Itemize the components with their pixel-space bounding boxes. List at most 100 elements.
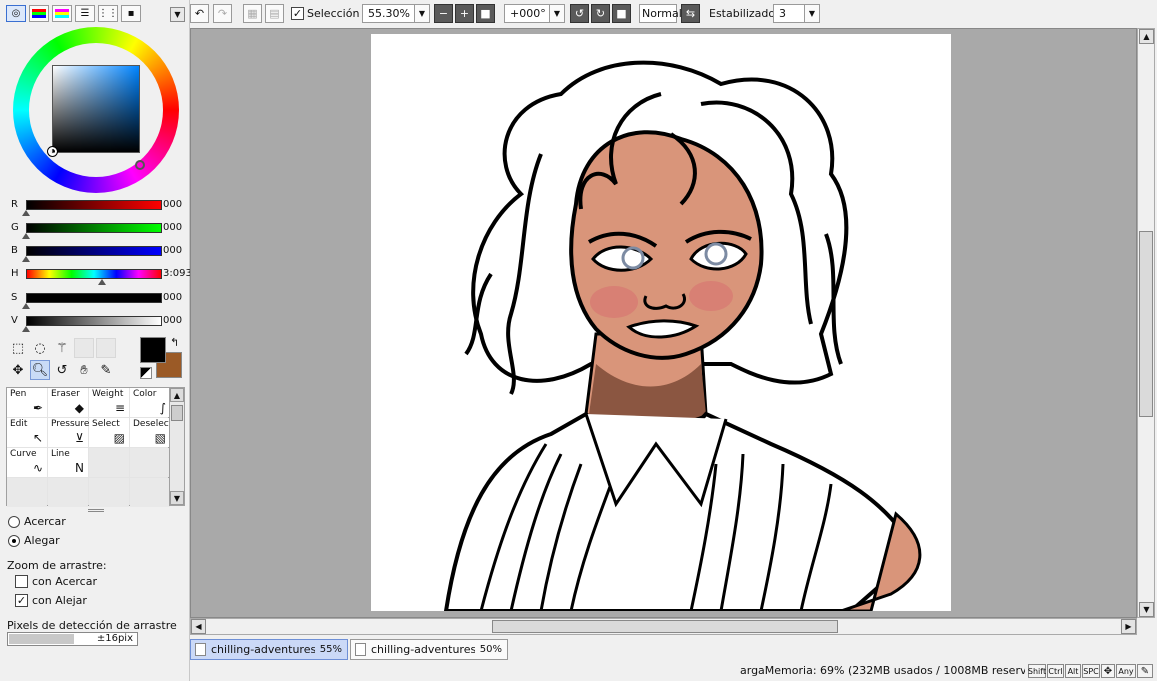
slider-r-track[interactable] [26,200,162,210]
redo-icon[interactable]: ↷ [213,4,232,23]
brush-pressure[interactable]: Pressure ⊻ [48,418,90,447]
slider-h[interactable]: H 3:093 [7,268,192,286]
brush-color[interactable]: Color ∫ [130,388,170,417]
blend-mode-field[interactable]: Normal [639,4,682,23]
canvas-viewport[interactable] [190,28,1137,618]
slider-b-track[interactable] [26,246,162,256]
vertical-scrollbar[interactable]: ▲ ▼ [1137,28,1155,618]
slider-v-thumb[interactable] [22,326,30,332]
rotate-left-icon[interactable]: ↺ [570,4,589,23]
reset-colors-icon[interactable] [140,367,152,379]
scroll-up-icon[interactable]: ▲ [170,388,184,402]
lasso-icon[interactable]: ◌ [30,338,50,358]
zoom-level-field[interactable]: 55.30% [362,4,417,23]
drag-zoom-out-option[interactable]: ✓ con Alejar [15,594,87,607]
zoom-in-radio[interactable] [8,515,20,528]
scroll-right-arrow-icon[interactable]: ▶ [1121,619,1136,634]
deselect-layer-icon[interactable]: ▦ [243,4,262,23]
swap-colors-icon[interactable]: ↰ [170,336,179,349]
drawing-canvas[interactable] [371,34,951,611]
brush-scroll-thumb[interactable] [171,405,183,421]
undo-icon[interactable]: ↶ [190,4,209,23]
hand-icon[interactable]: ✋︎ [74,360,94,380]
move-icon[interactable]: ✥ [8,360,28,380]
horizontal-scroll-thumb[interactable] [492,620,838,633]
document-tab-1[interactable]: chilling-adventures... 55% [190,639,348,660]
rotate-right-icon[interactable]: ↻ [591,4,610,23]
zoom-dropdown-chevron-icon[interactable]: ▼ [414,4,430,23]
slider-s-track[interactable] [26,293,162,303]
slider-h-thumb[interactable] [98,279,107,285]
hsv-slider-mode-icon[interactable] [52,5,72,22]
slider-r[interactable]: R 000 [7,199,189,217]
rotation-dropdown-chevron-icon[interactable]: ▼ [549,4,565,23]
swatch-grid-mode-icon[interactable]: ⋮⋮ [98,5,118,22]
zoom-icon[interactable]: 🔍︎ [30,360,50,380]
scroll-left-arrow-icon[interactable]: ◀ [191,619,206,634]
zoom-reset-icon[interactable]: ■ [476,4,495,23]
slider-v[interactable]: V 000 [7,315,189,333]
scroll-up-arrow-icon[interactable]: ▲ [1139,29,1154,44]
brush-deselect[interactable]: Deselect ▧ [130,418,172,447]
brush-label: Pressure [51,419,90,429]
slider-g-track[interactable] [26,223,162,233]
eyedropper-icon[interactable]: ✎ [96,360,116,380]
rect-select-icon[interactable]: ⬚ [8,338,28,358]
brush-line[interactable]: Line N [48,448,88,477]
magic-wand-icon[interactable]: ⚚ [52,338,72,358]
hue-picker-cursor[interactable] [135,160,145,170]
foreground-color-swatch[interactable] [140,337,166,363]
brush-select[interactable]: Select ▨ [89,418,129,447]
zoom-out-option[interactable]: Alegar [8,534,60,547]
panel-collapse-chevron-icon[interactable]: ▼ [170,7,185,22]
slider-g[interactable]: G 000 [7,222,189,240]
zoom-in-option[interactable]: Acercar [8,515,66,528]
brush-weight[interactable]: Weight ≡ [89,388,129,417]
rotation-field[interactable]: +000° [504,4,554,23]
slider-r-thumb[interactable] [22,210,30,216]
scratchpad-mode-icon[interactable]: ▪ [121,5,141,22]
rotate-icon[interactable]: ↺ [52,360,72,380]
rotation-reset-icon[interactable]: ■ [612,4,631,23]
vertical-scroll-thumb[interactable] [1139,231,1153,417]
brush-pen[interactable]: Pen ✒ [7,388,47,417]
empty-tool-slot [96,338,116,358]
selection-checkbox[interactable]: ✓ [291,7,304,20]
slider-b[interactable]: B 000 [7,245,189,263]
saturation-value-square[interactable] [52,65,140,153]
invert-selection-icon[interactable]: ▤ [265,4,284,23]
scroll-down-icon[interactable]: ▼ [170,491,184,505]
swatch-list-mode-icon[interactable]: ☰ [75,5,95,22]
slider-g-thumb[interactable] [22,233,30,239]
brush-edit[interactable]: Edit ↖ [7,418,47,447]
slider-s-thumb[interactable] [22,303,30,309]
rgb-slider-mode-icon[interactable] [29,5,49,22]
slider-v-track[interactable] [26,316,162,326]
zoom-plus-icon[interactable]: + [455,4,474,23]
tool-row-2: ✥ 🔍︎ ↺ ✋︎ ✎ [8,360,116,380]
slider-h-track[interactable] [26,269,162,279]
color-wheel-mode-icon[interactable]: ◎ [6,5,26,22]
slider-s[interactable]: S 000 [7,292,189,310]
drag-zoom-in-checkbox[interactable] [15,575,28,588]
drag-zoom-in-option[interactable]: con Acercar [15,575,97,588]
flip-horizontal-icon[interactable]: ⇆ [681,4,700,23]
brush-grid-scrollbar[interactable]: ▲ ▼ [169,387,185,506]
sv-picker-cursor[interactable] [47,146,58,157]
panel-resize-grip[interactable] [88,509,104,512]
drag-detect-slider[interactable]: ±16pix [7,632,138,646]
pen-pressure-icon[interactable]: ✎ [1137,664,1153,678]
scroll-down-arrow-icon[interactable]: ▼ [1139,602,1154,617]
brush-curve[interactable]: Curve ∿ [7,448,47,477]
document-tab-2[interactable]: chilling-adventures... 50% [350,639,508,660]
zoom-minus-icon[interactable]: − [434,4,453,23]
selection-toggle[interactable]: ✓ Selección [291,4,359,23]
horizontal-scrollbar[interactable]: ◀ ▶ [190,618,1137,635]
brush-eraser[interactable]: Eraser ◆ [48,388,88,417]
zoom-out-radio[interactable] [8,534,20,547]
navigator-icon[interactable]: ✥ [1101,664,1115,678]
stabilizer-dropdown-chevron-icon[interactable]: ▼ [804,4,820,23]
slider-b-thumb[interactable] [22,256,30,262]
drag-zoom-out-checkbox[interactable]: ✓ [15,594,28,607]
line-icon: N [75,461,84,475]
